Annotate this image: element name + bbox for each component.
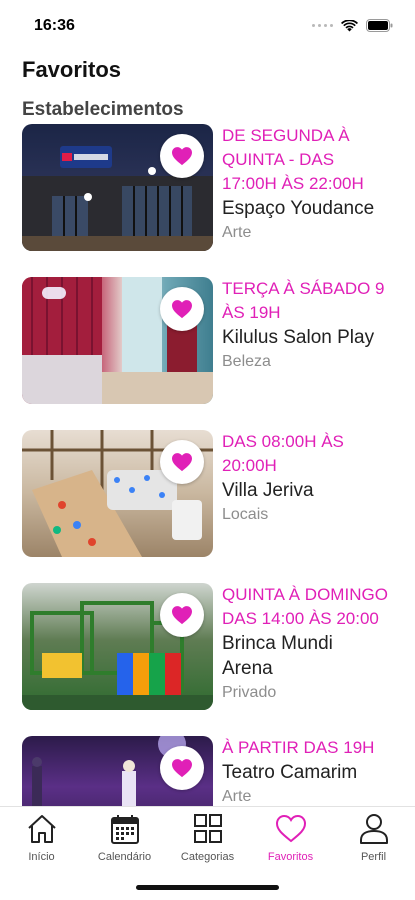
status-bar: 16:36 <box>0 0 415 48</box>
favorite-button[interactable] <box>160 593 204 637</box>
tab-calendario[interactable]: Calendário <box>83 813 166 863</box>
establishment-category: Beleza <box>222 353 271 370</box>
tab-perfil[interactable]: Perfil <box>332 813 415 863</box>
wifi-icon <box>341 19 358 31</box>
tab-label: Favoritos <box>267 851 314 863</box>
establishments-list[interactable]: DE SEGUNDA À QUINTA - DAS 17:00H ÀS 22:0… <box>0 124 415 806</box>
tab-favoritos[interactable]: Favoritos <box>249 813 332 863</box>
establishment-card[interactable]: QUINTA À DOMINGO DAS 14:00 ÀS 20:00 Brin… <box>22 583 415 710</box>
tab-label: Início <box>28 851 55 863</box>
home-indicator <box>136 885 279 890</box>
establishment-name[interactable]: Villa Jeriva <box>222 478 415 503</box>
establishment-schedule: QUINTA À DOMINGO DAS 14:00 ÀS 20:00 <box>222 585 388 628</box>
establishment-schedule: TERÇA À SÁBADO 9 ÀS 19H <box>222 279 385 322</box>
establishment-card[interactable]: DE SEGUNDA À QUINTA - DAS 17:00H ÀS 22:0… <box>22 124 415 251</box>
tab-inicio[interactable]: Início <box>0 813 83 863</box>
battery-icon <box>366 19 393 32</box>
establishment-name[interactable]: Teatro Camarim <box>222 760 415 785</box>
status-time: 16:36 <box>34 17 75 34</box>
status-icons <box>312 19 393 32</box>
establishment-photo[interactable] <box>22 583 213 710</box>
heart-filled-icon <box>172 759 192 778</box>
establishment-card[interactable]: TERÇA À SÁBADO 9 ÀS 19H Kilulus Salon Pl… <box>22 277 415 404</box>
heart-filled-icon <box>172 300 192 319</box>
establishment-card[interactable]: À PARTIR DAS 19H Teatro Camarim Arte <box>22 736 415 806</box>
establishment-schedule: DAS 08:00H ÀS 20:00H <box>222 432 344 475</box>
establishment-category: Privado <box>222 684 277 701</box>
favorite-button[interactable] <box>160 746 204 790</box>
tab-categorias[interactable]: Categorias <box>166 813 249 863</box>
tab-label: Perfil <box>360 851 387 863</box>
establishment-name[interactable]: Kilulus Salon Play <box>222 325 415 350</box>
tab-label: Calendário <box>97 851 152 863</box>
favorite-button[interactable] <box>160 287 204 331</box>
heart-filled-icon <box>172 453 192 472</box>
page-title: Favoritos <box>22 57 122 82</box>
establishment-info: DE SEGUNDA À QUINTA - DAS 17:00H ÀS 22:0… <box>222 124 415 244</box>
establishment-photo[interactable] <box>22 430 213 557</box>
favorite-button[interactable] <box>160 440 204 484</box>
home-icon <box>27 815 56 843</box>
grid-icon <box>193 814 222 843</box>
establishment-category: Arte <box>222 788 252 805</box>
establishment-schedule: À PARTIR DAS 19H <box>222 738 375 757</box>
establishment-name[interactable]: Espaço Youdance <box>222 196 415 221</box>
establishment-category: Arte <box>222 224 252 241</box>
establishment-info: À PARTIR DAS 19H Teatro Camarim Arte <box>222 736 415 806</box>
heart-filled-icon <box>172 147 192 166</box>
person-icon <box>359 814 388 844</box>
section-title: Estabelecimentos <box>22 99 184 120</box>
establishment-schedule: DE SEGUNDA À QUINTA - DAS 17:00H ÀS 22:0… <box>222 126 364 193</box>
establishment-photo[interactable] <box>22 277 213 404</box>
calendar-icon <box>110 815 139 844</box>
heart-icon <box>275 814 306 843</box>
tab-label: Categorias <box>180 851 235 863</box>
establishment-card[interactable]: DAS 08:00H ÀS 20:00H Villa Jeriva Locais <box>22 430 415 557</box>
establishment-photo[interactable] <box>22 124 213 251</box>
establishment-info: TERÇA À SÁBADO 9 ÀS 19H Kilulus Salon Pl… <box>222 277 415 373</box>
heart-filled-icon <box>172 606 192 625</box>
establishment-info: DAS 08:00H ÀS 20:00H Villa Jeriva Locais <box>222 430 415 526</box>
favorite-button[interactable] <box>160 134 204 178</box>
establishment-name[interactable]: Brinca Mundi Arena <box>222 631 415 681</box>
signal-dots-icon <box>312 24 333 27</box>
establishment-photo[interactable] <box>22 736 213 806</box>
establishment-info: QUINTA À DOMINGO DAS 14:00 ÀS 20:00 Brin… <box>222 583 415 704</box>
establishment-category: Locais <box>222 506 269 523</box>
